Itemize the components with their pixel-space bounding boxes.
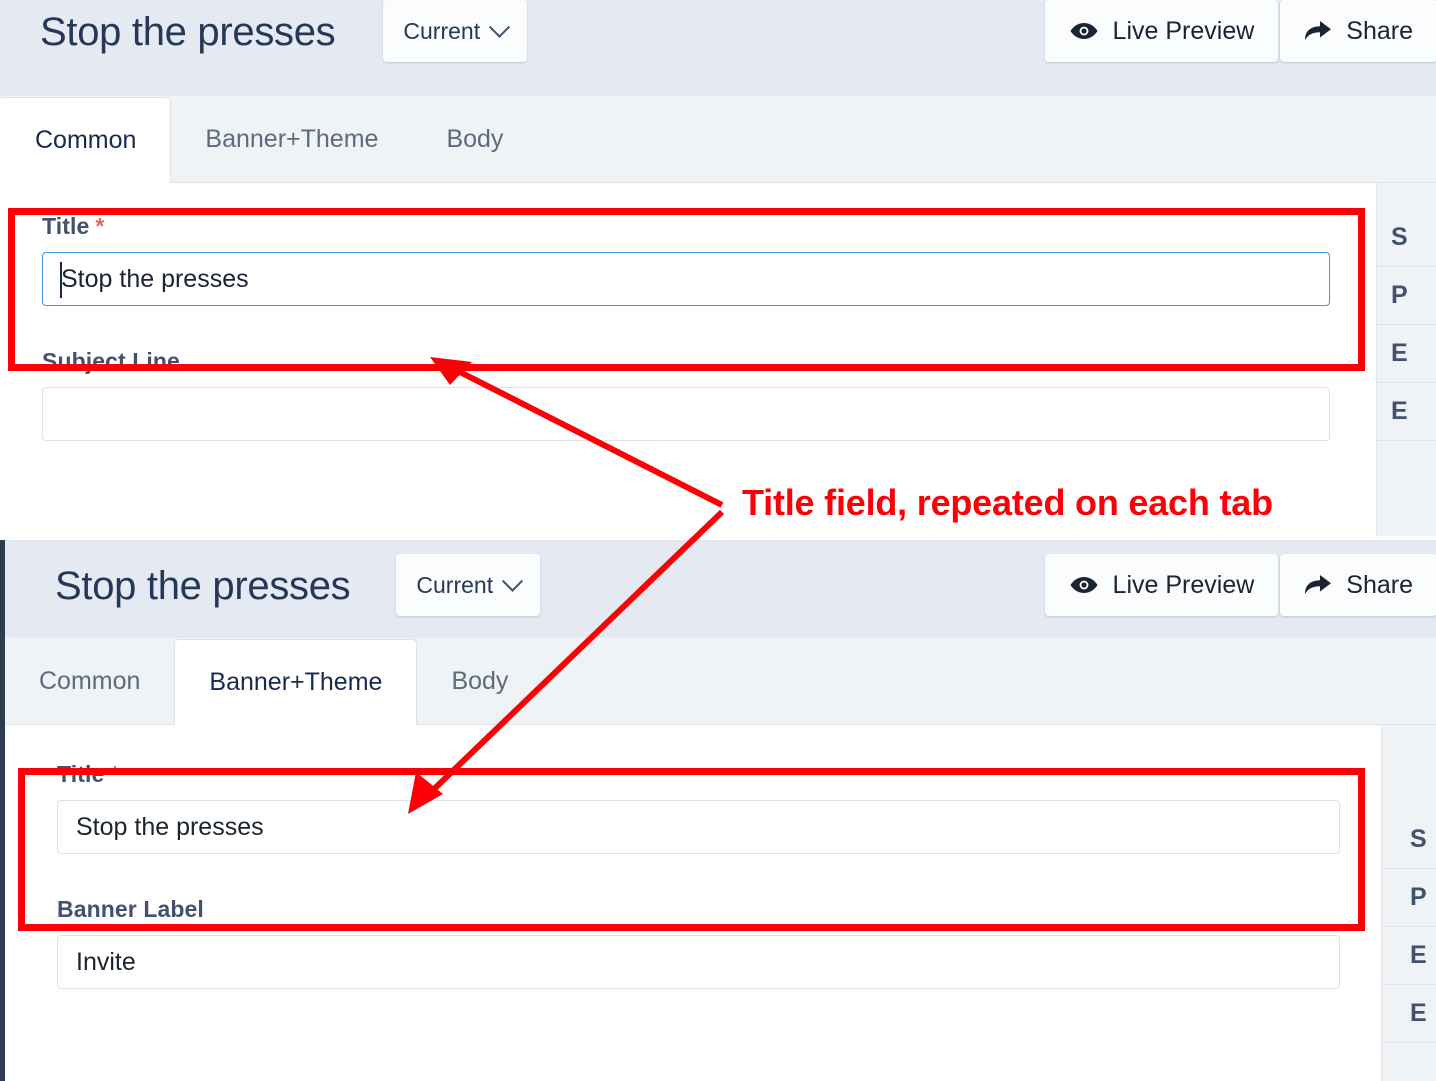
sidebar-item-3[interactable]: E [1382,985,1436,1043]
page-title: Stop the presses [40,10,336,54]
version-select[interactable]: Current [396,554,541,616]
live-preview-label: Live Preview [1112,570,1255,599]
field-label-banner-label: Banner Label [57,896,1339,923]
annotation-label: Title field, repeated on each tab [742,482,1273,523]
field-banner-label: Banner Label Invite [5,854,1381,989]
label-text: Title [57,761,105,787]
sidebar-item-1[interactable]: P [1382,869,1436,927]
live-preview-button[interactable]: Live Preview [1044,0,1279,62]
right-sidebar: S P E E [1382,725,1436,1081]
tab-body[interactable]: Body [417,638,542,724]
tab-bar: Common Banner+Theme Body [0,96,1436,183]
sidebar-item-2[interactable]: E [1382,927,1436,985]
tab-banner-theme[interactable]: Banner+Theme [171,96,412,182]
sidebar-item-3[interactable]: E [1377,383,1436,441]
share-label: Share [1346,16,1413,45]
version-select-label: Current [403,17,481,44]
chevron-down-icon [501,570,524,592]
field-title: Title * Stop the presses [5,725,1381,854]
live-preview-button[interactable]: Live Preview [1044,554,1279,616]
sidebar-item-2[interactable]: E [1377,325,1436,383]
header-actions: Live Preview Share [1044,0,1436,62]
version-select[interactable]: Current [383,0,528,62]
required-indicator: * [95,213,105,239]
sidebar-item-1[interactable]: P [1377,267,1436,325]
app-header: Stop the presses Current Live Preview Sh… [5,540,1436,638]
title-input[interactable]: Stop the presses [57,800,1340,854]
share-arrow-icon [1305,575,1332,594]
tab-common[interactable]: Common [5,638,174,724]
label-text: Banner Label [57,896,204,922]
tab-banner-theme[interactable]: Banner+Theme [174,639,418,725]
content-row: Title * Stop the presses Banner Label Inv… [5,725,1436,1081]
banner-label-input[interactable]: Invite [57,935,1340,989]
live-preview-label: Live Preview [1112,16,1255,45]
form-pane: Title * Stop the presses Banner Label Inv… [5,725,1382,1081]
share-button[interactable]: Share [1280,0,1436,62]
field-title: Title * Stop the presses [0,183,1376,306]
app-screenshot-common-tab: Stop the presses Current Live Preview Sh… [0,0,1436,536]
share-arrow-icon [1305,21,1332,40]
version-select-label: Current [416,571,494,598]
app-screenshot-banner-theme-tab: Stop the presses Current Live Preview Sh… [0,540,1436,1081]
sidebar-item-0[interactable]: S [1377,209,1436,267]
tab-body[interactable]: Body [412,96,537,182]
chevron-down-icon [488,16,511,38]
app-header: Stop the presses Current Live Preview Sh… [0,0,1436,96]
page-title: Stop the presses [55,564,351,608]
label-text: Subject Line [42,348,180,374]
tab-common[interactable]: Common [0,97,172,183]
label-text: Title [42,213,90,239]
field-label-title: Title * [57,761,1339,788]
right-sidebar: S P E E [1377,183,1436,536]
required-indicator: * [110,761,120,787]
subject-line-input[interactable] [42,387,1330,441]
sidebar-item-0[interactable]: S [1382,811,1436,869]
share-button[interactable]: Share [1280,554,1436,616]
field-label-subject-line: Subject Line [42,348,1334,375]
header-actions: Live Preview Share [1044,554,1436,616]
field-subject-line: Subject Line [0,306,1376,441]
tab-bar: Common Banner+Theme Body [5,638,1436,725]
share-label: Share [1346,570,1413,599]
field-label-title: Title * [42,213,1334,240]
eye-icon [1070,23,1098,39]
eye-icon [1070,577,1098,593]
title-input[interactable]: Stop the presses [42,252,1330,306]
